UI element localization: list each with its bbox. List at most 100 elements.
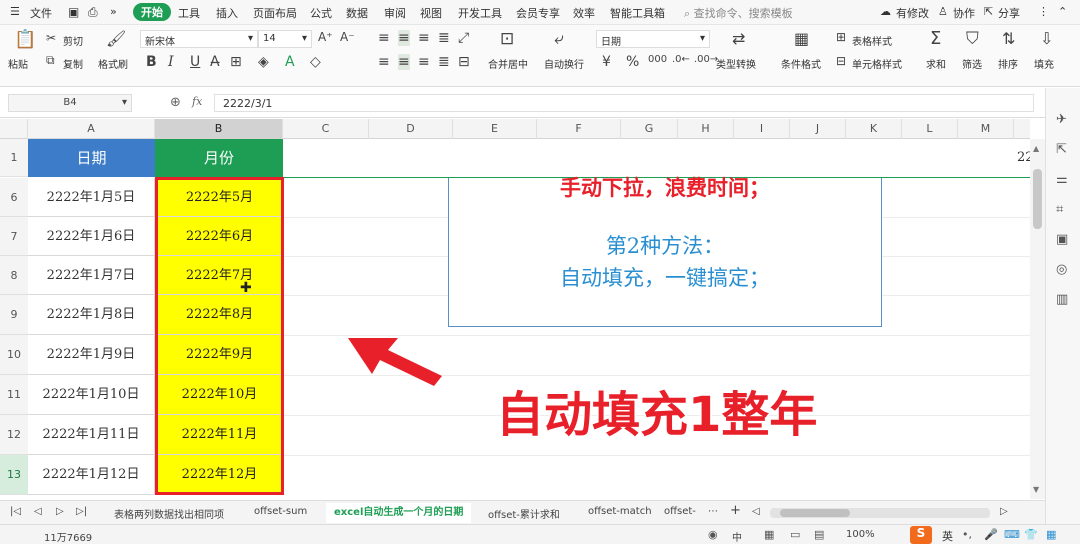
border-icon[interactable]: ⊞ [230,54,242,70]
conditional-format-button[interactable]: 条件格式 [781,56,821,71]
tab-sheet-1[interactable]: 表格两列数据找出相同项 [114,506,224,521]
formula-input[interactable]: 2222/3/1 [214,94,1034,112]
scroll-right-icon[interactable]: ▷ [1000,506,1008,517]
ime-mode[interactable]: 英 [942,528,953,544]
align-right-icon[interactable]: ≡ [418,54,430,70]
font-size-select[interactable]: 14 ▾ [258,30,312,48]
decrease-decimal-icon[interactable]: .00→ [694,54,718,65]
indent-icon[interactable]: ≣ [438,30,450,46]
font-color-icon[interactable]: A [285,54,295,70]
collaborate-button[interactable]: 协作 [953,5,975,21]
increase-decimal-icon[interactable]: .0← [672,54,690,65]
scroll-down-icon[interactable]: ▼ [1033,485,1039,494]
page-layout-icon[interactable]: ▭ [790,528,800,541]
cell-style-button[interactable]: 单元格样式 [852,56,902,71]
prev-sheet-icon[interactable]: ◁ [34,506,42,517]
cell-a[interactable]: 2222年1月5日 [28,178,155,217]
number-format-select[interactable]: 日期 ▾ [596,30,710,48]
column-header-m[interactable]: M [958,119,1014,139]
collapse-icon[interactable]: ⌃ [1058,5,1067,18]
horizontal-scrollbar[interactable] [770,508,990,518]
rocket-icon[interactable]: ✈ [1056,112,1067,127]
eye-icon[interactable]: ◉ [708,528,718,541]
tab-smart-toolbox[interactable]: 智能工具箱 [610,5,665,21]
tab-data[interactable]: 数据 [346,5,368,21]
add-sheet-icon[interactable]: + [730,503,741,518]
column-header-h[interactable]: H [678,119,734,139]
tab-page-layout[interactable]: 页面布局 [253,5,297,21]
column-header-b[interactable]: B [155,119,283,139]
tab-sheet-4[interactable]: offset-累计求和 [488,506,560,521]
format-painter-button[interactable]: 格式刷 [98,56,128,71]
scroll-left-icon[interactable]: ◁ [752,506,760,517]
row-header[interactable]: 1 [0,139,28,177]
fill-color-icon[interactable]: ◈ [258,54,269,70]
align-top-icon[interactable]: ≡ [378,30,390,46]
text-box[interactable]: 手动下拉，浪费时间； 第2种方法： 自动填充，一键搞定； [448,175,882,327]
select-all-corner[interactable] [0,119,28,139]
microphone-icon[interactable]: 🎤 [984,528,998,541]
print-icon[interactable]: ⎙ [88,5,98,20]
tab-review[interactable]: 审阅 [384,5,406,21]
copy-button[interactable]: 复制 [63,56,83,71]
save-icon[interactable]: ▣ [68,5,79,19]
image-icon[interactable]: ▣ [1056,232,1068,247]
tab-efficiency[interactable]: 效率 [573,5,595,21]
italic-icon[interactable]: I [168,54,174,70]
tab-sheet-5[interactable]: offset-match [588,506,652,517]
cell-a[interactable]: 2222年1月11日 [28,415,155,455]
tab-start[interactable]: 开始 [133,3,171,21]
more-sheets-icon[interactable]: ⋯ [708,506,718,517]
percent-icon[interactable]: % [626,54,639,70]
settings-sliders-icon[interactable]: ⚌ [1056,172,1068,187]
align-bottom-icon[interactable]: ≡ [418,30,430,46]
modified-status[interactable]: 有修改 [896,5,929,21]
sogou-ime-icon[interactable]: S [910,526,932,544]
filter-button[interactable]: 筛选 [962,56,982,71]
column-header-a[interactable]: A [28,119,155,139]
compass-icon[interactable]: ◎ [1056,262,1067,277]
page-break-icon[interactable]: ▤ [814,528,824,541]
vertical-scrollbar[interactable]: ▲ ▼ [1030,139,1045,499]
hscroll-thumb[interactable] [780,509,850,517]
orientation-icon[interactable]: ⤢ [458,30,469,46]
crop-icon[interactable]: ⌗ [1056,202,1063,217]
align-center-icon[interactable]: ≡ [398,54,410,70]
last-sheet-icon[interactable]: ▷| [76,506,87,517]
type-convert-button[interactable]: 类型转换 [716,56,756,71]
scroll-up-icon[interactable]: ▲ [1033,144,1039,153]
scrollbar-thumb[interactable] [1033,169,1042,229]
font-shrink-icon[interactable]: A⁻ [340,30,355,44]
skin-icon[interactable]: 👕 [1024,528,1038,541]
header-cell-date[interactable]: 日期 [28,139,155,177]
zoom-search-icon[interactable]: ⊕ [170,95,181,110]
tab-sheet-2[interactable]: offset-sum [254,506,307,517]
column-header-g[interactable]: G [621,119,678,139]
cut-button[interactable]: 剪切 [63,33,83,48]
sort-button[interactable]: 排序 [998,56,1018,71]
cell-a[interactable]: 2222年1月6日 [28,217,155,256]
fx-icon[interactable]: fx [192,95,202,108]
tab-tools[interactable]: 工具 [178,5,200,21]
clear-format-icon[interactable]: ◇ [310,54,321,70]
keyboard-icon[interactable]: ⌨ [1004,528,1020,541]
underline-icon[interactable]: U [190,54,200,70]
column-header-j[interactable]: J [790,119,846,139]
paste-icon[interactable]: 📋 [14,29,36,50]
tab-view[interactable]: 视图 [420,5,442,21]
menu-file[interactable]: 文件 [30,5,52,21]
row-header[interactable]: 7 [0,217,28,256]
share-button[interactable]: 分享 [998,5,1020,21]
row-header[interactable]: 12 [0,415,28,455]
font-grow-icon[interactable]: A⁺ [318,30,333,44]
book-icon[interactable]: ▥ [1056,292,1068,307]
row-header[interactable]: 8 [0,256,28,295]
align-left-icon[interactable]: ≡ [378,54,390,70]
distribute-icon[interactable]: ⊟ [458,54,470,70]
justify-icon[interactable]: ≣ [438,54,450,70]
tab-sheet-3[interactable]: excel自动生成一个月的日期 [326,503,472,523]
cell-a[interactable]: 2222年1月10日 [28,375,155,415]
align-middle-icon[interactable]: ≡ [398,30,410,46]
column-header-i[interactable]: I [734,119,790,139]
cell-a[interactable]: 2222年1月7日 [28,256,155,295]
